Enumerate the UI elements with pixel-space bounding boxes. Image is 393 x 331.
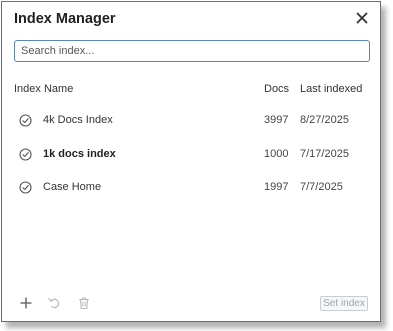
- dialog-title: Index Manager: [14, 11, 116, 27]
- last-indexed-date: 8/27/2025: [300, 114, 349, 126]
- column-header-docs: Docs: [264, 83, 290, 95]
- set-index-button[interactable]: Set index: [320, 296, 368, 311]
- doc-count: 1997: [264, 181, 289, 193]
- column-header-last-indexed: Last indexed: [300, 83, 363, 95]
- last-indexed-date: 7/17/2025: [300, 148, 349, 160]
- column-header-index-name: Index Name: [14, 83, 74, 95]
- check-circle-icon: [19, 114, 32, 127]
- close-icon[interactable]: [354, 10, 370, 26]
- table-row[interactable]: 4k Docs Index 3997 8/27/2025: [2, 109, 380, 133]
- index-name: Case Home: [43, 181, 102, 193]
- table-row[interactable]: Case Home 1997 7/7/2025: [2, 176, 380, 200]
- index-name: 1k docs index: [43, 148, 116, 160]
- trash-icon[interactable]: [77, 296, 91, 310]
- index-name: 4k Docs Index: [43, 114, 113, 126]
- doc-count: 3997: [264, 114, 289, 126]
- undo-icon[interactable]: [47, 296, 61, 310]
- table-row[interactable]: 1k docs index 1000 7/17/2025: [2, 143, 380, 167]
- doc-count: 1000: [264, 148, 289, 160]
- index-manager-dialog: Index Manager Index Name Docs Last index…: [1, 1, 381, 322]
- check-circle-icon: [19, 148, 32, 161]
- search-input[interactable]: [14, 40, 370, 62]
- plus-icon[interactable]: [19, 296, 33, 310]
- check-circle-icon: [19, 181, 32, 194]
- last-indexed-date: 7/7/2025: [300, 181, 343, 193]
